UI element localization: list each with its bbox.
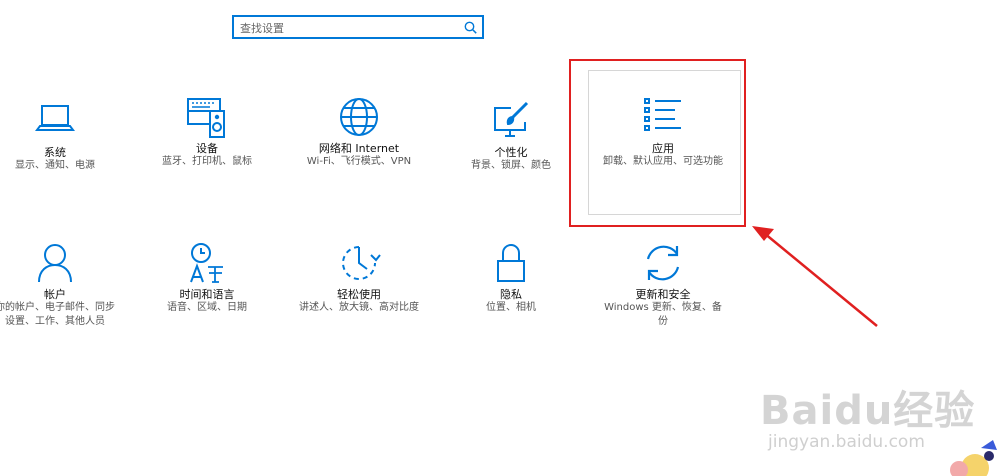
ease-of-access-icon	[337, 242, 381, 286]
tile-title: 应用	[652, 142, 674, 155]
search-input[interactable]	[240, 19, 460, 37]
laptop-icon	[33, 100, 77, 144]
tile-system[interactable]: 系统 显示、通知、电源	[0, 100, 130, 190]
person-icon	[33, 242, 77, 286]
tile-personalization[interactable]: 个性化 背景、锁屏、颜色	[436, 100, 586, 190]
tile-title: 时间和语言	[179, 288, 235, 301]
corner-decoration	[950, 440, 997, 476]
sync-icon	[641, 242, 685, 286]
tile-title: 轻松使用	[337, 288, 381, 301]
globe-icon	[337, 96, 381, 140]
lock-icon	[489, 242, 533, 286]
tile-accounts[interactable]: 帐户 你的帐户、电子邮件、同步 设置、工作、其他人员	[0, 242, 130, 332]
tile-title: 网络和 Internet	[318, 142, 400, 155]
tile-desc: 显示、通知、电源	[15, 160, 95, 171]
paint-screen-icon	[489, 100, 533, 144]
tile-network[interactable]: 网络和 Internet Wi-Fi、飞行模式、VPN	[284, 96, 434, 186]
tile-desc: 讲述人、放大镜、高对比度	[299, 302, 419, 313]
time-language-icon	[185, 242, 229, 286]
tile-desc: 背景、锁屏、颜色	[471, 160, 551, 171]
tile-title: 帐户	[44, 288, 66, 301]
search-box[interactable]	[232, 15, 484, 39]
watermark-url: jingyan.baidu.com	[768, 432, 925, 452]
tile-title: 个性化	[494, 146, 528, 159]
apps-list-icon	[641, 96, 685, 140]
tile-title: 更新和安全	[635, 288, 691, 301]
tile-desc-line: 你的帐户、电子邮件、同步	[0, 302, 115, 313]
tile-title: 系统	[44, 146, 66, 159]
tile-update-security[interactable]: 更新和安全 Windows 更新、恢复、备 份	[588, 242, 738, 332]
tile-desc: 位置、相机	[486, 302, 536, 313]
tile-desc-line: Windows 更新、恢复、备	[604, 302, 722, 313]
tile-devices[interactable]: 设备 蓝牙、打印机、鼠标	[132, 96, 282, 186]
tile-desc: 蓝牙、打印机、鼠标	[162, 156, 252, 167]
tile-desc: 语音、区域、日期	[167, 302, 247, 313]
tile-desc: Wi-Fi、飞行模式、VPN	[306, 156, 412, 167]
tile-desc-line: 设置、工作、其他人员	[5, 316, 105, 327]
tile-desc-line: 份	[658, 316, 668, 327]
tile-title: 隐私	[500, 288, 522, 301]
keyboard-speaker-icon	[185, 96, 229, 140]
tile-desc: 卸载、默认应用、可选功能	[603, 156, 723, 167]
tile-privacy[interactable]: 隐私 位置、相机	[436, 242, 586, 332]
tile-apps[interactable]: 应用 卸载、默认应用、可选功能	[588, 96, 738, 186]
tile-ease-of-access[interactable]: 轻松使用 讲述人、放大镜、高对比度	[284, 242, 434, 332]
search-icon[interactable]	[464, 21, 477, 34]
tile-desc: 你的帐户、电子邮件、同步 设置、工作、其他人员	[0, 301, 130, 329]
watermark-logo: Baidu经验	[760, 388, 976, 434]
tile-desc: Windows 更新、恢复、备 份	[588, 301, 738, 329]
tile-time-language[interactable]: 时间和语言 语音、区域、日期	[132, 242, 282, 332]
tile-title: 设备	[196, 142, 218, 155]
